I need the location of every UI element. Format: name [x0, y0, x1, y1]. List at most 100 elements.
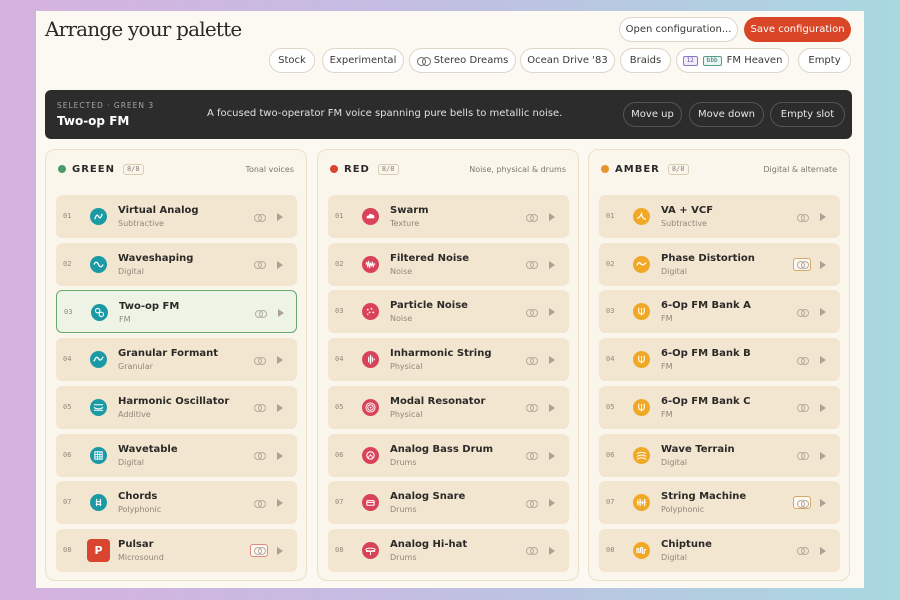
- link-icon[interactable]: [793, 354, 811, 365]
- link-icon[interactable]: [250, 497, 268, 508]
- open-configuration-button[interactable]: Open configuration...: [619, 17, 738, 42]
- play-icon[interactable]: [820, 213, 826, 221]
- voice-name: Virtual Analog: [118, 205, 199, 216]
- link-icon[interactable]: [522, 545, 540, 556]
- phase-icon: [633, 255, 650, 273]
- voice-slot[interactable]: 02 Filtered Noise Noise: [328, 242, 569, 286]
- play-icon[interactable]: [277, 213, 283, 221]
- play-icon[interactable]: [820, 499, 826, 508]
- play-icon[interactable]: [820, 546, 826, 555]
- voice-slot[interactable]: 07 String Machine Polyphonic: [599, 481, 840, 525]
- play-icon[interactable]: [549, 403, 555, 412]
- move-down-button[interactable]: Move down: [689, 102, 764, 127]
- voice-slot[interactable]: 06 Wave Terrain Digital: [599, 433, 840, 477]
- voice-slot[interactable]: 07 Analog Snare Drums: [328, 481, 569, 525]
- voice-name: 6-Op FM Bank A: [661, 300, 751, 312]
- voice-slot[interactable]: 02 Phase Distortion Digital: [599, 242, 840, 286]
- voice-slot[interactable]: 03 6-Op FM Bank A FM: [599, 290, 840, 334]
- voice-slot[interactable]: 08 Chiptune Digital: [599, 528, 840, 572]
- play-icon[interactable]: [820, 403, 826, 412]
- play-icon[interactable]: [820, 356, 826, 365]
- link-icon[interactable]: [250, 259, 268, 270]
- preset-chip[interactable]: Stock: [269, 48, 315, 73]
- voice-slot[interactable]: 05 6-Op FM Bank C FM: [599, 385, 840, 429]
- voice-slot[interactable]: 06 Analog Bass Drum Drums: [328, 433, 569, 477]
- voice-slot[interactable]: 08 P Pulsar Microsound: [56, 528, 297, 572]
- preset-chip[interactable]: Empty: [798, 48, 851, 73]
- link-icon[interactable]: [793, 450, 811, 461]
- play-icon[interactable]: [820, 308, 826, 317]
- snare-icon: [362, 494, 379, 512]
- slot-count-badge: 8/8: [377, 163, 399, 175]
- preset-chip[interactable]: 12 bbb FM Heaven: [676, 48, 789, 73]
- voice-slot[interactable]: 01 Swarm Texture: [328, 195, 569, 238]
- voice-slot[interactable]: 02 Waveshaping Digital: [56, 242, 297, 286]
- link-icon[interactable]: [251, 307, 269, 318]
- preset-chip[interactable]: Stereo Dreams: [409, 48, 516, 73]
- preset-chip-label: Braids: [629, 55, 662, 66]
- voice-slot[interactable]: 04 Granular Formant Granular: [56, 338, 297, 382]
- play-icon[interactable]: [820, 451, 826, 460]
- link-icon[interactable]: [250, 402, 268, 413]
- play-icon[interactable]: [277, 499, 283, 508]
- preset-chip[interactable]: Ocean Drive '83: [520, 48, 615, 73]
- vcf-icon: [633, 208, 650, 225]
- play-icon[interactable]: [277, 260, 283, 269]
- play-icon[interactable]: [277, 356, 283, 365]
- play-icon[interactable]: [549, 213, 555, 221]
- voice-slot[interactable]: 05 Modal Resonator Physical: [328, 385, 569, 429]
- link-icon[interactable]: [522, 402, 540, 413]
- link-icon[interactable]: [793, 545, 811, 556]
- voice-type: Digital: [661, 266, 687, 276]
- play-icon[interactable]: [277, 403, 283, 412]
- empty-slot-button[interactable]: Empty slot: [770, 102, 845, 127]
- voice-type: Drums: [390, 505, 417, 515]
- link-icon[interactable]: [793, 211, 811, 222]
- voice-slot[interactable]: 03 Particle Noise Noise: [328, 290, 569, 334]
- play-icon[interactable]: [277, 546, 283, 555]
- voice-name: Waveshaping: [118, 252, 194, 264]
- link-icon[interactable]: [793, 306, 811, 317]
- play-icon[interactable]: [549, 356, 555, 365]
- voice-slot[interactable]: 01 Virtual Analog Subtractive: [56, 195, 297, 238]
- link-icon[interactable]: [793, 257, 811, 271]
- voice-slot[interactable]: 06 Wavetable Digital: [56, 433, 297, 477]
- voice-slot[interactable]: 04 6-Op FM Bank B FM: [599, 338, 840, 382]
- play-icon[interactable]: [278, 309, 284, 318]
- move-up-button[interactable]: Move up: [623, 102, 682, 127]
- preset-chip[interactable]: Braids: [620, 48, 671, 73]
- voice-slot[interactable]: 07 Chords Polyphonic: [56, 481, 297, 525]
- link-icon[interactable]: [250, 450, 268, 461]
- link-icon[interactable]: [522, 211, 540, 222]
- color-dot: [58, 165, 66, 173]
- terrain-icon: [633, 446, 650, 464]
- link-icon[interactable]: [522, 450, 540, 461]
- link-icon[interactable]: [250, 354, 268, 365]
- play-icon[interactable]: [549, 260, 555, 269]
- link-icon[interactable]: [522, 354, 540, 365]
- play-icon[interactable]: [277, 451, 283, 460]
- voice-slot[interactable]: 01 VA + VCF Subtractive: [599, 195, 840, 238]
- link-icon[interactable]: [522, 306, 540, 317]
- save-configuration-button[interactable]: Save configuration: [744, 17, 851, 42]
- voice-slot[interactable]: 03 Two-op FM FM: [56, 290, 297, 334]
- play-icon[interactable]: [549, 308, 555, 317]
- link-icon[interactable]: [793, 496, 811, 510]
- link-icon[interactable]: [250, 211, 268, 222]
- voice-type: Granular: [118, 362, 153, 372]
- slot-number: 06: [335, 450, 344, 459]
- voice-slot[interactable]: 08 Analog Hi-hat Drums: [328, 528, 569, 572]
- voice-slot[interactable]: 05 Harmonic Oscillator Additive: [56, 385, 297, 429]
- link-icon[interactable]: [522, 497, 540, 508]
- play-icon[interactable]: [549, 451, 555, 460]
- color-dot: [601, 165, 609, 173]
- preset-chip[interactable]: Experimental: [322, 48, 404, 73]
- voice-slot[interactable]: 04 Inharmonic String Physical: [328, 338, 569, 382]
- play-icon[interactable]: [549, 546, 555, 555]
- link-icon[interactable]: [250, 543, 268, 557]
- play-icon[interactable]: [549, 499, 555, 508]
- preset-chip-label: Stock: [278, 55, 306, 66]
- link-icon[interactable]: [522, 259, 540, 270]
- play-icon[interactable]: [820, 260, 826, 269]
- link-icon[interactable]: [793, 402, 811, 413]
